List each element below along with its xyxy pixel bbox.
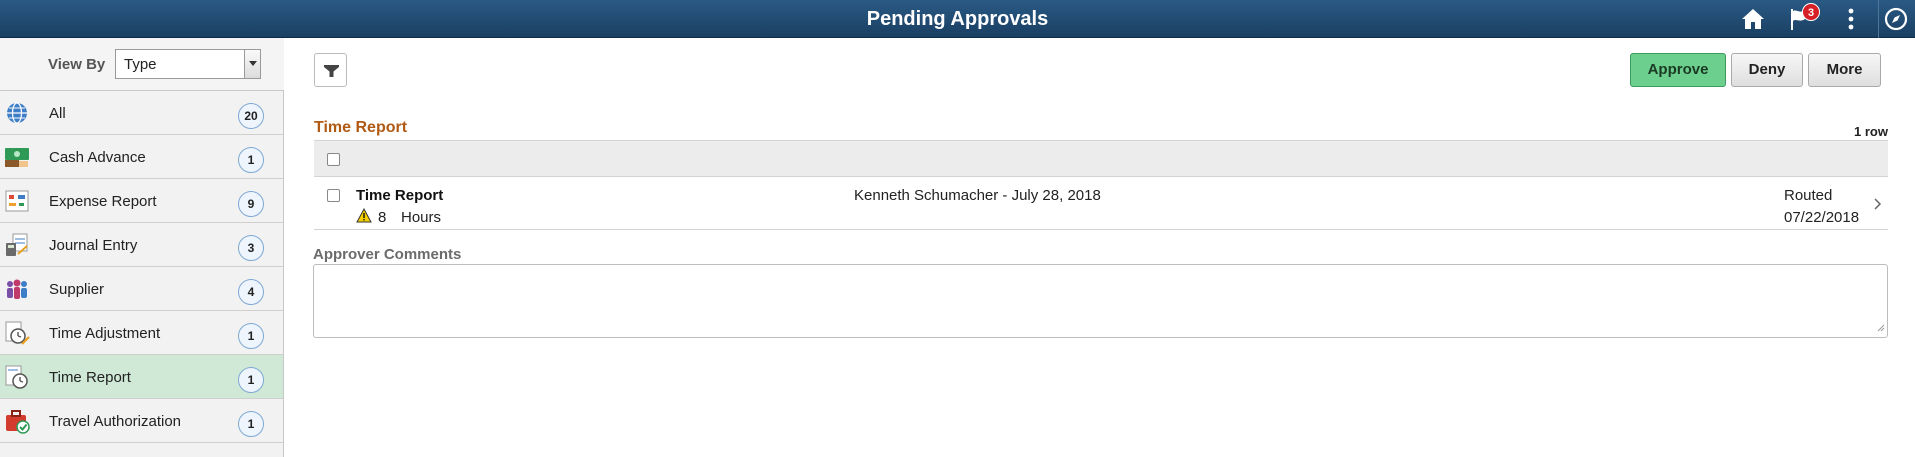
view-by-select[interactable]: Type: [115, 49, 261, 79]
select-all-checkbox[interactable]: [327, 153, 340, 166]
count-badge: 1: [238, 147, 264, 173]
chevron-right-icon[interactable]: [1874, 197, 1882, 213]
row-title: Time Report: [356, 187, 444, 204]
view-by-label: View By: [48, 56, 106, 73]
navbar-compass-icon[interactable]: [1883, 6, 1909, 32]
home-icon[interactable]: [1740, 6, 1766, 32]
approver-comments-field[interactable]: [313, 264, 1888, 338]
sidebar-item-label: Expense Report: [49, 193, 157, 210]
app-header: Pending Approvals 3: [0, 0, 1915, 38]
notification-count-badge: 3: [1802, 3, 1820, 21]
grid-header: [314, 140, 1888, 177]
approver-comments-label: Approver Comments: [313, 246, 462, 263]
count-badge: 1: [238, 323, 264, 349]
sidebar-item-cash-advance[interactable]: Cash Advance 1: [0, 135, 283, 179]
sidebar-item-time-report[interactable]: Time Report 1: [0, 355, 283, 399]
actions-menu-icon[interactable]: [1838, 6, 1864, 32]
sidebar-item-supplier[interactable]: Supplier 4: [0, 267, 283, 311]
section-title: Time Report: [314, 119, 408, 136]
row-date: 07/22/2018: [1784, 209, 1860, 226]
count-badge: 20: [238, 103, 264, 129]
sidebar-item-all[interactable]: All 20: [0, 91, 283, 135]
count-badge: 1: [238, 367, 264, 393]
sidebar-item-expense-report[interactable]: Expense Report 9: [0, 179, 283, 223]
warning-icon: [356, 207, 372, 226]
count-badge: 3: [238, 235, 264, 261]
page-title: Pending Approvals: [866, 8, 1049, 30]
sidebar-item-journal-entry[interactable]: Journal Entry 3: [0, 223, 283, 267]
deny-button[interactable]: Deny: [1731, 53, 1803, 87]
sidebar-item-label: Cash Advance: [49, 149, 146, 166]
cash-advance-icon: [4, 144, 30, 170]
sidebar-item-label: All: [49, 105, 66, 122]
row-quantity: 8: [378, 209, 387, 226]
time-adjustment-icon: [4, 320, 30, 346]
row-checkbox[interactable]: [327, 189, 340, 202]
count-badge: 4: [238, 279, 264, 305]
journal-entry-icon: [4, 232, 30, 258]
chevron-down-icon[interactable]: [244, 50, 260, 78]
resize-grip-icon[interactable]: [1877, 319, 1885, 335]
count-badge: 1: [238, 411, 264, 437]
row-status: Routed: [1784, 187, 1833, 204]
more-button[interactable]: More: [1808, 53, 1881, 87]
sidebar-item-label: Supplier: [49, 281, 105, 298]
globe-icon: [4, 100, 30, 126]
sidebar-item-label: Travel Authorization: [49, 413, 182, 430]
approve-button[interactable]: Approve: [1630, 53, 1726, 87]
view-by-value: Type: [124, 56, 157, 73]
sidebar-item-label: Time Adjustment: [49, 325, 161, 342]
sidebar: View By Type All 20 Cash Advance 1 Expen…: [0, 38, 284, 457]
row-unit: Hours: [401, 209, 442, 226]
row-requester: Kenneth Schumacher - July 28, 2018: [854, 187, 1101, 204]
header-divider: [1878, 0, 1879, 38]
expense-report-icon: [4, 188, 30, 214]
supplier-icon: [4, 276, 30, 302]
count-badge: 9: [238, 191, 264, 217]
table-row[interactable]: Time Report 8 Hours Kenneth Schumacher -…: [314, 177, 1888, 230]
view-by-bar: View By Type: [0, 38, 284, 91]
sidebar-item-time-adjustment[interactable]: Time Adjustment 1: [0, 311, 283, 355]
travel-authorization-icon: [4, 408, 30, 434]
sidebar-item-label: Time Report: [49, 369, 131, 386]
filter-button[interactable]: [314, 53, 347, 87]
row-count: 1 row: [1854, 124, 1888, 139]
sidebar-item-label: Journal Entry: [49, 237, 138, 254]
sidebar-item-travel-authorization[interactable]: Travel Authorization 1: [0, 399, 283, 443]
time-report-icon: [4, 364, 30, 390]
